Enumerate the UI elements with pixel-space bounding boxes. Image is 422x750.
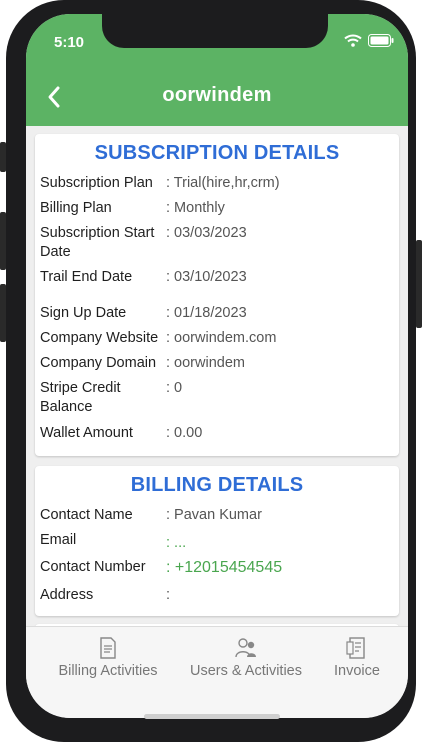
billing-title: BILLING DETAILS (130, 474, 304, 496)
row-value: : Trial(hire,hr,crm) (166, 175, 280, 191)
phone-link[interactable]: : +12015454545 (166, 558, 282, 577)
invoice-icon (346, 637, 365, 659)
row-value: : (166, 587, 171, 603)
tab-label: Invoice (334, 663, 380, 679)
row-label: Contact Name (40, 507, 133, 523)
phone-side-button (0, 142, 6, 172)
row-label: Billing Plan (40, 200, 112, 216)
phone-notch (102, 14, 328, 48)
row-value: : 01/18/2023 (166, 305, 247, 321)
battery-icon (368, 34, 394, 47)
row-value: : 0 (166, 380, 183, 396)
row-label: Subscription Plan (40, 175, 153, 191)
document-icon (100, 637, 116, 659)
row-value: : Pavan Kumar (166, 507, 262, 523)
tab-users-activities[interactable]: Users & Activities (182, 637, 310, 679)
billing-card: BILLING DETAILS Contact Name : Pavan Kum… (35, 466, 399, 616)
row-label: Stripe Credit Balance (40, 380, 121, 415)
row-value: : oorwindem (166, 355, 245, 371)
row-label: Wallet Amount (40, 425, 133, 441)
users-icon (235, 638, 256, 658)
row-label: Address (40, 587, 94, 603)
page-title: oorwindem (162, 84, 272, 106)
wifi-icon (344, 34, 362, 47)
email-link[interactable]: : ... (166, 534, 186, 553)
row-label: Subscription Start Date (40, 225, 155, 260)
row-label: Trail End Date (40, 269, 133, 285)
phone-volume-down (0, 284, 6, 342)
row-value: : 03/10/2023 (166, 269, 247, 285)
row-label: Sign Up Date (40, 305, 127, 321)
row-value: : oorwindem.com (166, 330, 277, 346)
tab-label: Users & Activities (190, 663, 302, 679)
home-indicator (144, 714, 280, 719)
tab-invoice[interactable]: Invoice (322, 637, 392, 679)
row-value: : 0.00 (166, 425, 203, 441)
phone-volume-up (0, 212, 6, 270)
app-screen: 5:10 oorwindem SUBSCRIPTION DETAILS Subs… (26, 14, 408, 718)
phone-power-button (416, 240, 422, 328)
status-time: 5:10 (54, 34, 85, 51)
bottom-tab-bar: Billing Activities Users & Activities In… (26, 626, 408, 718)
row-value: : 03/03/2023 (166, 225, 247, 241)
row-label: Contact Number (40, 559, 146, 575)
row-label: Company Domain (40, 355, 157, 371)
tab-billing-activities[interactable]: Billing Activities (44, 637, 172, 679)
row-label: Company Website (40, 330, 159, 346)
status-icons (344, 34, 394, 47)
row-value: : Monthly (166, 200, 225, 216)
tab-label: Billing Activities (58, 663, 158, 679)
subscription-title: SUBSCRIPTION DETAILS (94, 142, 340, 164)
row-label: Email (40, 532, 77, 548)
subscription-card: SUBSCRIPTION DETAILS Subscription Plan :… (35, 134, 399, 456)
